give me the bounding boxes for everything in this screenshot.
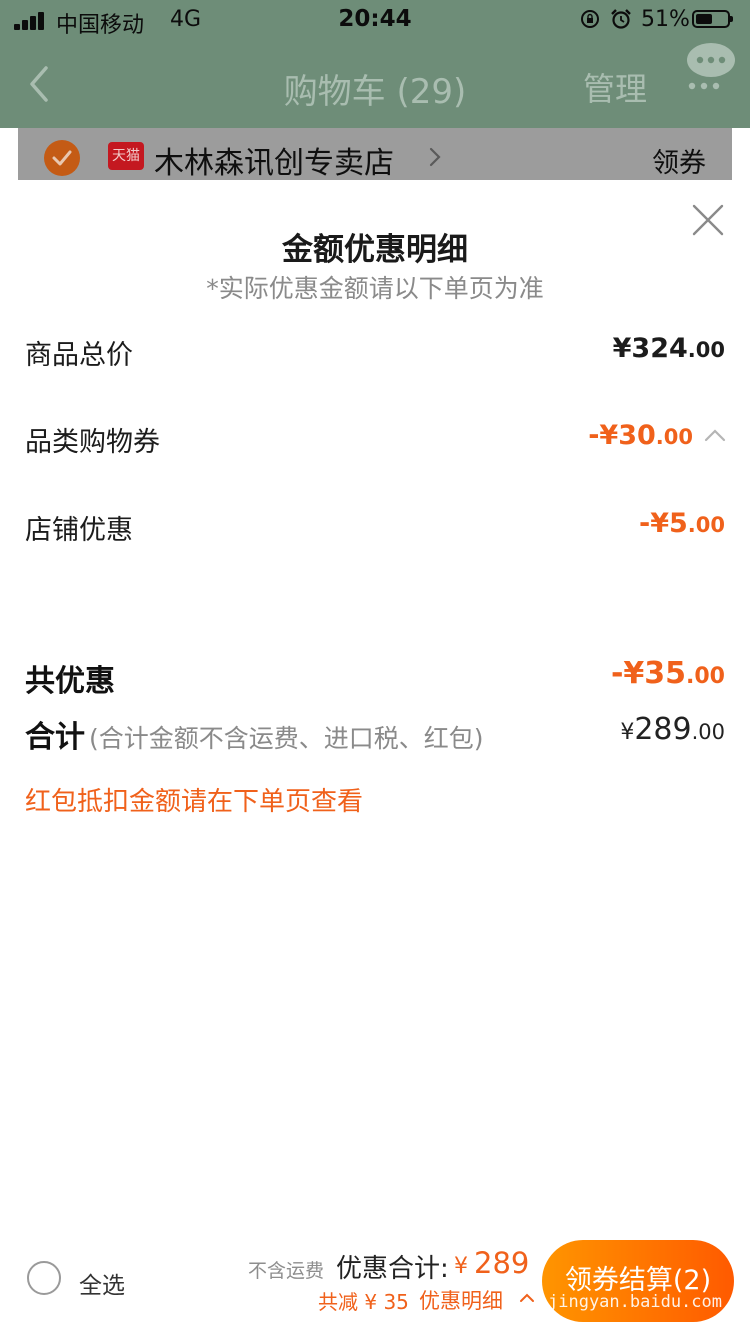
store-name[interactable]: 木林森讯创专卖店 xyxy=(154,138,394,182)
battery-icon xyxy=(692,10,733,28)
clock: 20:44 xyxy=(338,6,412,32)
sheet-subtitle: *实际优惠金额请以下单页为准 xyxy=(206,274,544,303)
category-coupon-label: 品类购物券 xyxy=(25,427,160,458)
sum-label: 合计 xyxy=(25,720,85,755)
coupon-button[interactable]: 领券 xyxy=(652,141,706,180)
category-coupon-value[interactable]: -¥30.00 xyxy=(588,420,693,451)
checkmark-icon xyxy=(52,150,72,166)
store-check-icon[interactable] xyxy=(44,140,80,176)
select-all-label[interactable]: 全选 xyxy=(79,1266,125,1300)
store-discount-label: 店铺优惠 xyxy=(25,515,133,546)
goods-total-value: ¥324.00 xyxy=(612,333,725,364)
total-reduced: 共减 ¥ 35 xyxy=(318,1290,409,1314)
chevron-up-icon[interactable] xyxy=(519,1292,535,1303)
discount-total-label: 优惠合计: xyxy=(336,1254,449,1284)
total-discount-value: -¥35.00 xyxy=(610,656,725,691)
manage-button[interactable]: 管理 xyxy=(583,64,647,110)
goods-total-label: 商品总价 xyxy=(25,340,133,371)
no-shipping-note: 不含运费 xyxy=(248,1260,325,1282)
status-bar: 中国移动 4G 20:44 51% xyxy=(0,0,750,40)
battery-percentage: 51% xyxy=(641,7,690,32)
total-discount-label: 共优惠 xyxy=(25,664,115,699)
discount-detail-link[interactable]: 优惠明细 xyxy=(419,1285,503,1315)
select-all-checkbox[interactable] xyxy=(27,1261,61,1295)
chevron-up-icon[interactable] xyxy=(703,427,727,443)
sum-value: ¥289.00 xyxy=(620,712,725,747)
tmall-icon: 天猫 xyxy=(108,142,144,170)
red-packet-note: 红包抵扣金额请在下单页查看 xyxy=(25,787,364,817)
discount-detail-sheet: 金额优惠明细 *实际优惠金额请以下单页为准 商品总价 ¥324.00 品类购物券… xyxy=(0,180,750,1230)
bottom-bar: 全选 不含运费 优惠合计: ¥289 共减 ¥ 35 优惠明细 领券结算(2) … xyxy=(0,1230,750,1334)
discount-total-value: ¥289 xyxy=(454,1246,530,1280)
chevron-right-icon[interactable] xyxy=(428,146,442,168)
store-header: 天猫 木林森讯创专卖店 领券 xyxy=(18,128,732,182)
message-bubble-icon[interactable] xyxy=(684,40,738,94)
rotation-lock-icon xyxy=(581,10,599,28)
store-discount-value: -¥5.00 xyxy=(639,508,725,539)
alarm-icon xyxy=(611,9,631,29)
watermark: jingyan.baidu.com xyxy=(548,1292,722,1312)
nav-bar: 购物车 (29) 管理 xyxy=(0,40,750,128)
sum-row: 合计 (合计金额不含运费、进口税、红包) xyxy=(25,712,484,756)
sheet-title: 金额优惠明细 xyxy=(282,232,468,268)
sum-note: (合计金额不含运费、进口税、红包) xyxy=(89,724,484,753)
